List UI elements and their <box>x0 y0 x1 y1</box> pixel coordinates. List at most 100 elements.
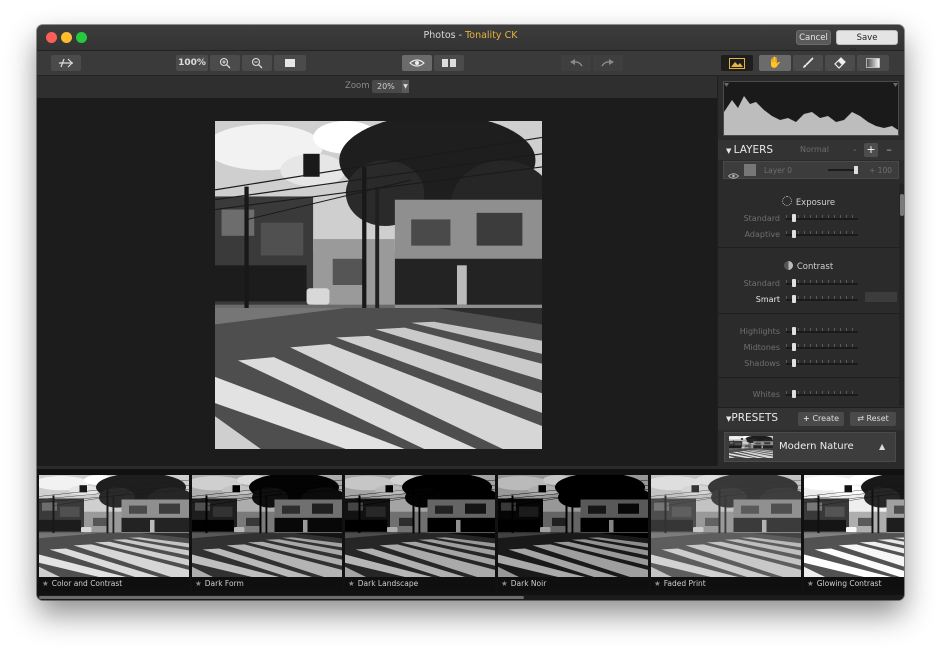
midtones-slider[interactable] <box>786 341 858 351</box>
hand-icon: ✋ <box>768 56 782 69</box>
adjustments-panel[interactable]: Exposure Standard Adaptive Contrast Stan… <box>718 184 899 406</box>
save-changes-button[interactable]: Save Changes <box>836 30 898 58</box>
zoom-100-button[interactable]: 100% <box>176 55 208 71</box>
eye-icon <box>409 59 425 67</box>
filmstrip-item-label: Dark Form <box>204 579 244 588</box>
brush-tool-button[interactable] <box>793 55 823 71</box>
star-icon[interactable]: ★ <box>654 579 661 588</box>
eraser-tool-button[interactable] <box>825 55 855 71</box>
slider-knob[interactable] <box>792 390 796 398</box>
zoom-select-arrow[interactable]: ▼ <box>402 80 409 93</box>
presets-filmstrip: ★ Color and Contrast ★ Dark Form ★ Dark Lan… <box>37 469 904 600</box>
filmstrip-item[interactable]: ★ Faded Print <box>651 475 801 591</box>
histogram-graph <box>724 83 898 135</box>
eraser-icon <box>834 57 846 69</box>
create-preset-label: Create <box>812 414 840 423</box>
adjustments-scrollbar[interactable] <box>899 184 904 406</box>
adjustments-scroll-thumb[interactable] <box>900 194 904 216</box>
image-canvas[interactable] <box>37 98 717 466</box>
slider-knob[interactable] <box>792 343 796 351</box>
highlights-slider[interactable] <box>786 325 858 335</box>
presets-title[interactable]: ▼PRESETS <box>726 412 778 424</box>
star-icon[interactable]: ★ <box>501 579 508 588</box>
shadows-slider[interactable] <box>786 357 858 367</box>
layer-visibility-eye-icon[interactable] <box>727 165 740 184</box>
zoom-select[interactable]: 20% <box>372 80 404 93</box>
midtones-label: Midtones <box>743 343 780 352</box>
star-icon[interactable]: ★ <box>195 579 202 588</box>
contrast-smart-slider[interactable] <box>786 293 858 303</box>
tonality-window: Photos - Tonality CK Cancel Save Changes… <box>37 25 904 600</box>
contrast-smart-label: Smart <box>755 295 780 304</box>
exposure-header: Exposure <box>718 196 899 208</box>
layers-title-text: LAYERS <box>733 144 774 156</box>
filmstrip-scroll-thumb[interactable] <box>39 596 524 599</box>
remove-layer-button[interactable]: – <box>882 143 896 157</box>
whites-label: Whites <box>752 390 780 399</box>
exposure-adaptive-slider[interactable] <box>786 228 858 238</box>
preset-selector[interactable]: Modern Nature ▲ <box>724 432 896 462</box>
hand-tool-button[interactable]: ✋ <box>759 55 791 71</box>
image-icon <box>729 58 745 69</box>
zoom-out-button[interactable] <box>242 55 272 71</box>
image-view-button[interactable] <box>721 55 753 71</box>
exposure-standard-slider[interactable] <box>786 212 858 222</box>
preset-name: Modern Nature <box>779 441 854 452</box>
exposure-title: Exposure <box>795 198 836 208</box>
reset-preset-button[interactable]: ⇄ Reset <box>850 412 896 426</box>
preset-preview-image <box>345 475 495 577</box>
presets-title-text: PRESETS <box>731 412 779 424</box>
preview-toggle-button[interactable] <box>402 55 432 71</box>
filmstrip-item-label: Color and Contrast <box>51 579 123 588</box>
zoom-in-icon <box>219 57 231 69</box>
fit-screen-button[interactable] <box>274 55 306 71</box>
zoom-in-button[interactable] <box>210 55 240 71</box>
filmstrip-item[interactable]: ★ Dark Noir <box>498 475 648 591</box>
star-icon[interactable]: ★ <box>348 579 355 588</box>
slider-knob[interactable] <box>792 295 796 303</box>
window-title-app: Tonality CK <box>465 30 518 41</box>
undo-button[interactable] <box>561 55 591 71</box>
fit-screen-icon <box>285 59 295 67</box>
slider-knob[interactable] <box>792 230 796 238</box>
preset-preview-image <box>804 475 904 577</box>
add-layer-button[interactable]: + <box>864 143 878 157</box>
slider-knob[interactable] <box>792 359 796 367</box>
contrast-title: Contrast <box>796 262 834 272</box>
zoom-bar: Zoom 20% ▼ <box>37 76 717 98</box>
filmstrip-item[interactable]: ★ Color and Contrast <box>39 475 189 591</box>
zoom-label: Zoom <box>345 81 370 91</box>
zoom-out-icon <box>251 57 263 69</box>
exposure-adaptive-label: Adaptive <box>744 230 780 239</box>
contrast-smart-value-field[interactable] <box>865 292 897 302</box>
slider-knob[interactable] <box>792 327 796 335</box>
layer-opacity-knob[interactable] <box>854 166 858 174</box>
gradient-tool-button[interactable] <box>857 55 889 71</box>
layer-opacity-slider[interactable] <box>828 166 858 174</box>
layer-opacity-value: + 100 <box>869 166 892 175</box>
redo-button[interactable] <box>593 55 623 71</box>
preset-preview-image <box>651 475 801 577</box>
edited-photo[interactable] <box>215 121 542 449</box>
filmstrip-item-label: Dark Noir <box>510 579 547 588</box>
filmstrip-item[interactable]: ★ Dark Form <box>192 475 342 591</box>
compare-button[interactable] <box>51 55 81 71</box>
filmstrip-scrollbar[interactable] <box>37 595 904 600</box>
slider-knob[interactable] <box>792 214 796 222</box>
layers-title[interactable]: ▼ LAYERS <box>726 144 773 156</box>
split-view-button[interactable] <box>434 55 464 71</box>
cancel-button[interactable]: Cancel <box>796 30 831 45</box>
layer-name: Layer 0 <box>764 166 793 175</box>
layer-row[interactable]: Layer 0 + 100 <box>723 161 899 179</box>
slider-knob[interactable] <box>792 279 796 287</box>
exposure-icon <box>781 196 792 206</box>
filmstrip-item[interactable]: ★ Glowing Contrast <box>804 475 904 591</box>
preset-expand-icon[interactable]: ▲ <box>879 442 885 451</box>
whites-slider[interactable] <box>786 388 858 398</box>
star-icon[interactable]: ★ <box>42 579 49 588</box>
create-preset-button[interactable]: + Create <box>798 412 844 426</box>
filmstrip-item[interactable]: ★ Dark Landscape <box>345 475 495 591</box>
preset-thumbnail-image <box>729 436 773 458</box>
star-icon[interactable]: ★ <box>807 579 814 588</box>
contrast-standard-slider[interactable] <box>786 277 858 287</box>
